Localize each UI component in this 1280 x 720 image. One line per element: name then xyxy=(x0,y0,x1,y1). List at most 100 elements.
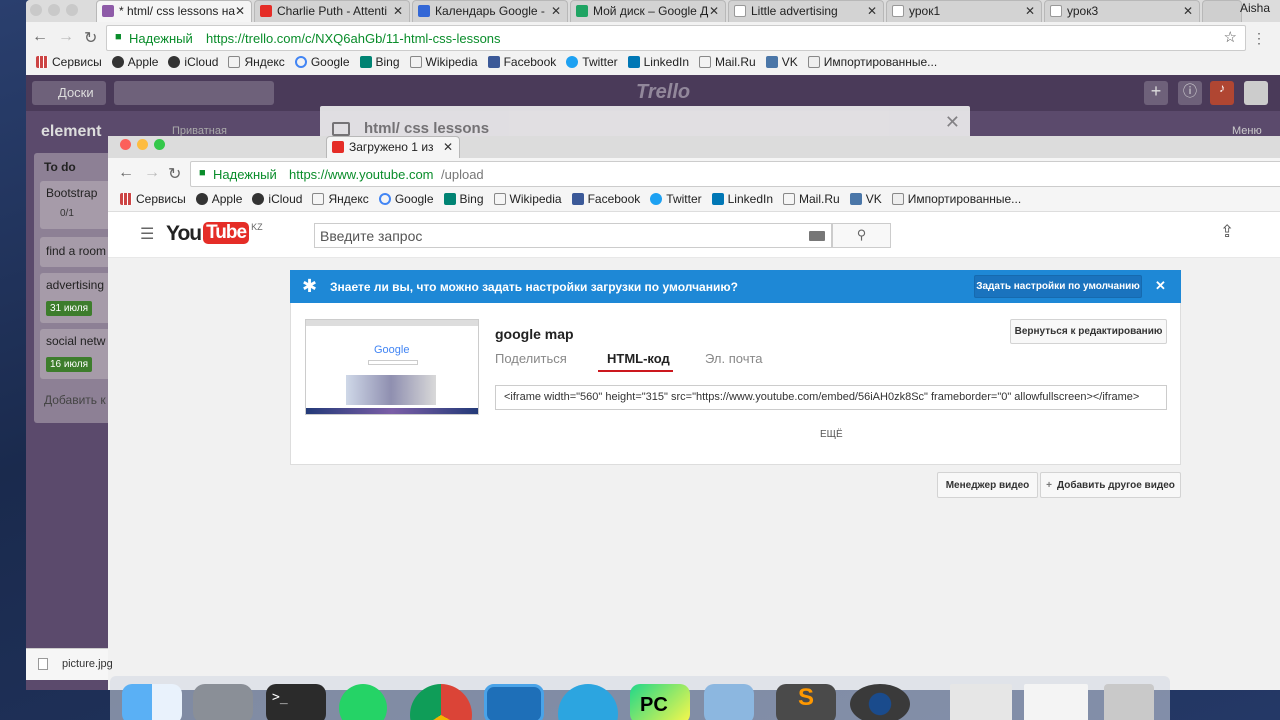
pycharm-icon[interactable]: PC xyxy=(630,684,690,720)
address-bar[interactable]: ■ Надежный https://trello.com/c/NXQ6ahGb… xyxy=(106,25,1246,51)
embed-code-field[interactable]: <iframe width="560" height="315" src="ht… xyxy=(495,385,1167,410)
bell-icon[interactable]: ♪ xyxy=(1210,81,1234,105)
close-icon[interactable]: ✕ xyxy=(443,140,453,154)
new-tab-button[interactable] xyxy=(1202,0,1242,22)
dock-window-preview-1[interactable] xyxy=(950,684,1012,720)
bookmark-yandex[interactable]: Яндекс xyxy=(312,192,369,206)
bookmark-mailru[interactable]: Mail.Ru xyxy=(783,192,840,206)
close-icon[interactable]: ✕ xyxy=(709,4,719,18)
add-icon[interactable]: + xyxy=(1144,81,1168,105)
close-icon[interactable]: ✕ xyxy=(393,4,403,18)
sublime-text-icon[interactable]: S xyxy=(776,684,836,720)
maximize-window-icon[interactable] xyxy=(154,139,165,150)
close-icon[interactable]: ✕ xyxy=(1183,4,1193,18)
modal-title[interactable]: html/ css lessons xyxy=(364,120,489,137)
boards-button[interactable]: Доски xyxy=(32,81,106,105)
close-window-icon[interactable] xyxy=(120,139,131,150)
tab-charlie-puth[interactable]: Charlie Puth - Attenti ✕ xyxy=(254,0,410,22)
upload-icon[interactable]: ⇪ xyxy=(1220,222,1234,242)
tab-urok1[interactable]: урок1 ✕ xyxy=(886,0,1042,22)
set-defaults-button[interactable]: Задать настройки по умолчанию xyxy=(974,275,1142,298)
bookmark-facebook[interactable]: Facebook xyxy=(571,192,640,206)
bookmark-apple[interactable]: Apple xyxy=(111,55,158,69)
reload-icon[interactable]: ↻ xyxy=(84,28,97,48)
bookmark-icloud[interactable]: iCloud xyxy=(168,55,218,69)
brackets-icon[interactable] xyxy=(484,684,544,720)
download-item[interactable]: picture.jpg xyxy=(26,648,113,680)
avatar[interactable] xyxy=(1244,81,1268,105)
close-icon[interactable]: ✕ xyxy=(945,112,960,133)
close-icon[interactable]: ✕ xyxy=(551,4,561,18)
video-thumbnail[interactable]: Google xyxy=(305,319,479,415)
tab-html-code[interactable]: HTML-код xyxy=(607,351,670,366)
youtube-logo[interactable]: You Tube KZ xyxy=(166,222,263,246)
star-icon[interactable]: ☆ xyxy=(1224,28,1237,46)
bookmark-mailru[interactable]: Mail.Ru xyxy=(699,55,756,69)
bookmark-wikipedia[interactable]: Wikipedia xyxy=(409,55,478,69)
hamburger-icon[interactable]: ☰ xyxy=(140,224,154,244)
dock-window-preview-2[interactable] xyxy=(1024,684,1088,720)
finder-icon[interactable] xyxy=(122,684,182,720)
tab-trello[interactable]: * html/ css lessons на ✕ xyxy=(96,0,252,22)
bookmark-facebook[interactable]: Facebook xyxy=(487,55,556,69)
add-another-video-button[interactable]: + Добавить другое видео xyxy=(1040,472,1181,498)
bookmark-apple[interactable]: Apple xyxy=(195,192,242,206)
tab-google-drive[interactable]: Мой диск – Google Д ✕ xyxy=(570,0,726,22)
bookmark-google[interactable]: Google xyxy=(378,192,434,206)
terminal-icon[interactable]: >_ xyxy=(266,684,326,720)
back-to-edit-button[interactable]: Вернуться к редактированию xyxy=(1010,319,1167,344)
tab-little-advertising[interactable]: Little advertising ✕ xyxy=(728,0,884,22)
list-item[interactable]: Bootstrap 0/1 xyxy=(40,181,114,229)
close-icon[interactable]: ✕ xyxy=(1025,4,1035,18)
info-icon[interactable]: ⓘ xyxy=(1178,81,1202,105)
trello-logo[interactable]: Trello xyxy=(636,81,690,104)
menu-dots-icon[interactable]: ⋮ xyxy=(1252,30,1266,47)
close-icon[interactable]: ✕ xyxy=(1155,278,1166,294)
preview-icon[interactable] xyxy=(704,684,754,720)
bookmark-bing[interactable]: Bing xyxy=(443,192,484,206)
bookmark-services[interactable]: Сервисы xyxy=(120,192,186,206)
quicktime-icon[interactable] xyxy=(850,684,910,720)
video-manager-button[interactable]: Менеджер видео xyxy=(937,472,1038,498)
search-input[interactable]: Введите запрос xyxy=(314,223,832,248)
bookmark-vk[interactable]: VK xyxy=(765,55,798,69)
list-item[interactable]: advertising 31 июля xyxy=(40,273,114,323)
bookmark-imported[interactable]: Импортированные... xyxy=(891,192,1021,206)
trello-search-input[interactable] xyxy=(114,81,274,105)
reload-icon[interactable]: ↻ xyxy=(168,164,181,184)
bookmark-bing[interactable]: Bing xyxy=(359,55,400,69)
tab-google-calendar[interactable]: Календарь Google - ✕ xyxy=(412,0,568,22)
tab-email[interactable]: Эл. почта xyxy=(705,351,763,366)
board-name[interactable]: element xyxy=(41,123,101,141)
tab-share[interactable]: Поделиться xyxy=(495,351,567,366)
close-icon[interactable]: ✕ xyxy=(235,4,245,18)
forward-arrow-icon[interactable]: → xyxy=(58,28,74,46)
forward-arrow-icon[interactable]: → xyxy=(144,164,160,182)
bookmark-twitter[interactable]: Twitter xyxy=(650,192,702,206)
keyboard-icon[interactable] xyxy=(809,231,825,241)
add-card-link[interactable]: Добавить к xyxy=(44,393,106,407)
minimize-window-icon[interactable] xyxy=(137,139,148,150)
system-preferences-icon[interactable] xyxy=(193,684,253,720)
search-button[interactable]: ⚲ xyxy=(832,223,891,248)
bookmark-google[interactable]: Google xyxy=(294,55,350,69)
trash-icon[interactable] xyxy=(1104,684,1154,720)
bookmark-icloud[interactable]: iCloud xyxy=(252,192,302,206)
bookmark-yandex[interactable]: Яндекс xyxy=(228,55,285,69)
close-icon[interactable]: ✕ xyxy=(867,4,877,18)
bookmark-vk[interactable]: VK xyxy=(849,192,882,206)
list-item[interactable]: social netw 16 июля xyxy=(40,329,114,379)
bookmark-services[interactable]: Сервисы xyxy=(36,55,102,69)
address-bar[interactable]: ■ Надежный https://www.youtube.com /uplo… xyxy=(190,161,1280,187)
bookmark-wikipedia[interactable]: Wikipedia xyxy=(493,192,562,206)
profile-name[interactable]: Aisha xyxy=(1240,1,1270,15)
tab-youtube-upload[interactable]: Загружено 1 из ✕ xyxy=(326,136,460,158)
bookmark-twitter[interactable]: Twitter xyxy=(566,55,618,69)
bookmark-linkedin[interactable]: LinkedIn xyxy=(627,55,689,69)
back-arrow-icon[interactable]: ← xyxy=(32,28,48,46)
tab-urok3[interactable]: урок3 ✕ xyxy=(1044,0,1200,22)
more-link[interactable]: ЕЩЁ xyxy=(820,429,843,440)
bookmark-imported[interactable]: Импортированные... xyxy=(807,55,937,69)
list-item[interactable]: find a room xyxy=(40,237,114,267)
back-arrow-icon[interactable]: ← xyxy=(118,164,134,182)
